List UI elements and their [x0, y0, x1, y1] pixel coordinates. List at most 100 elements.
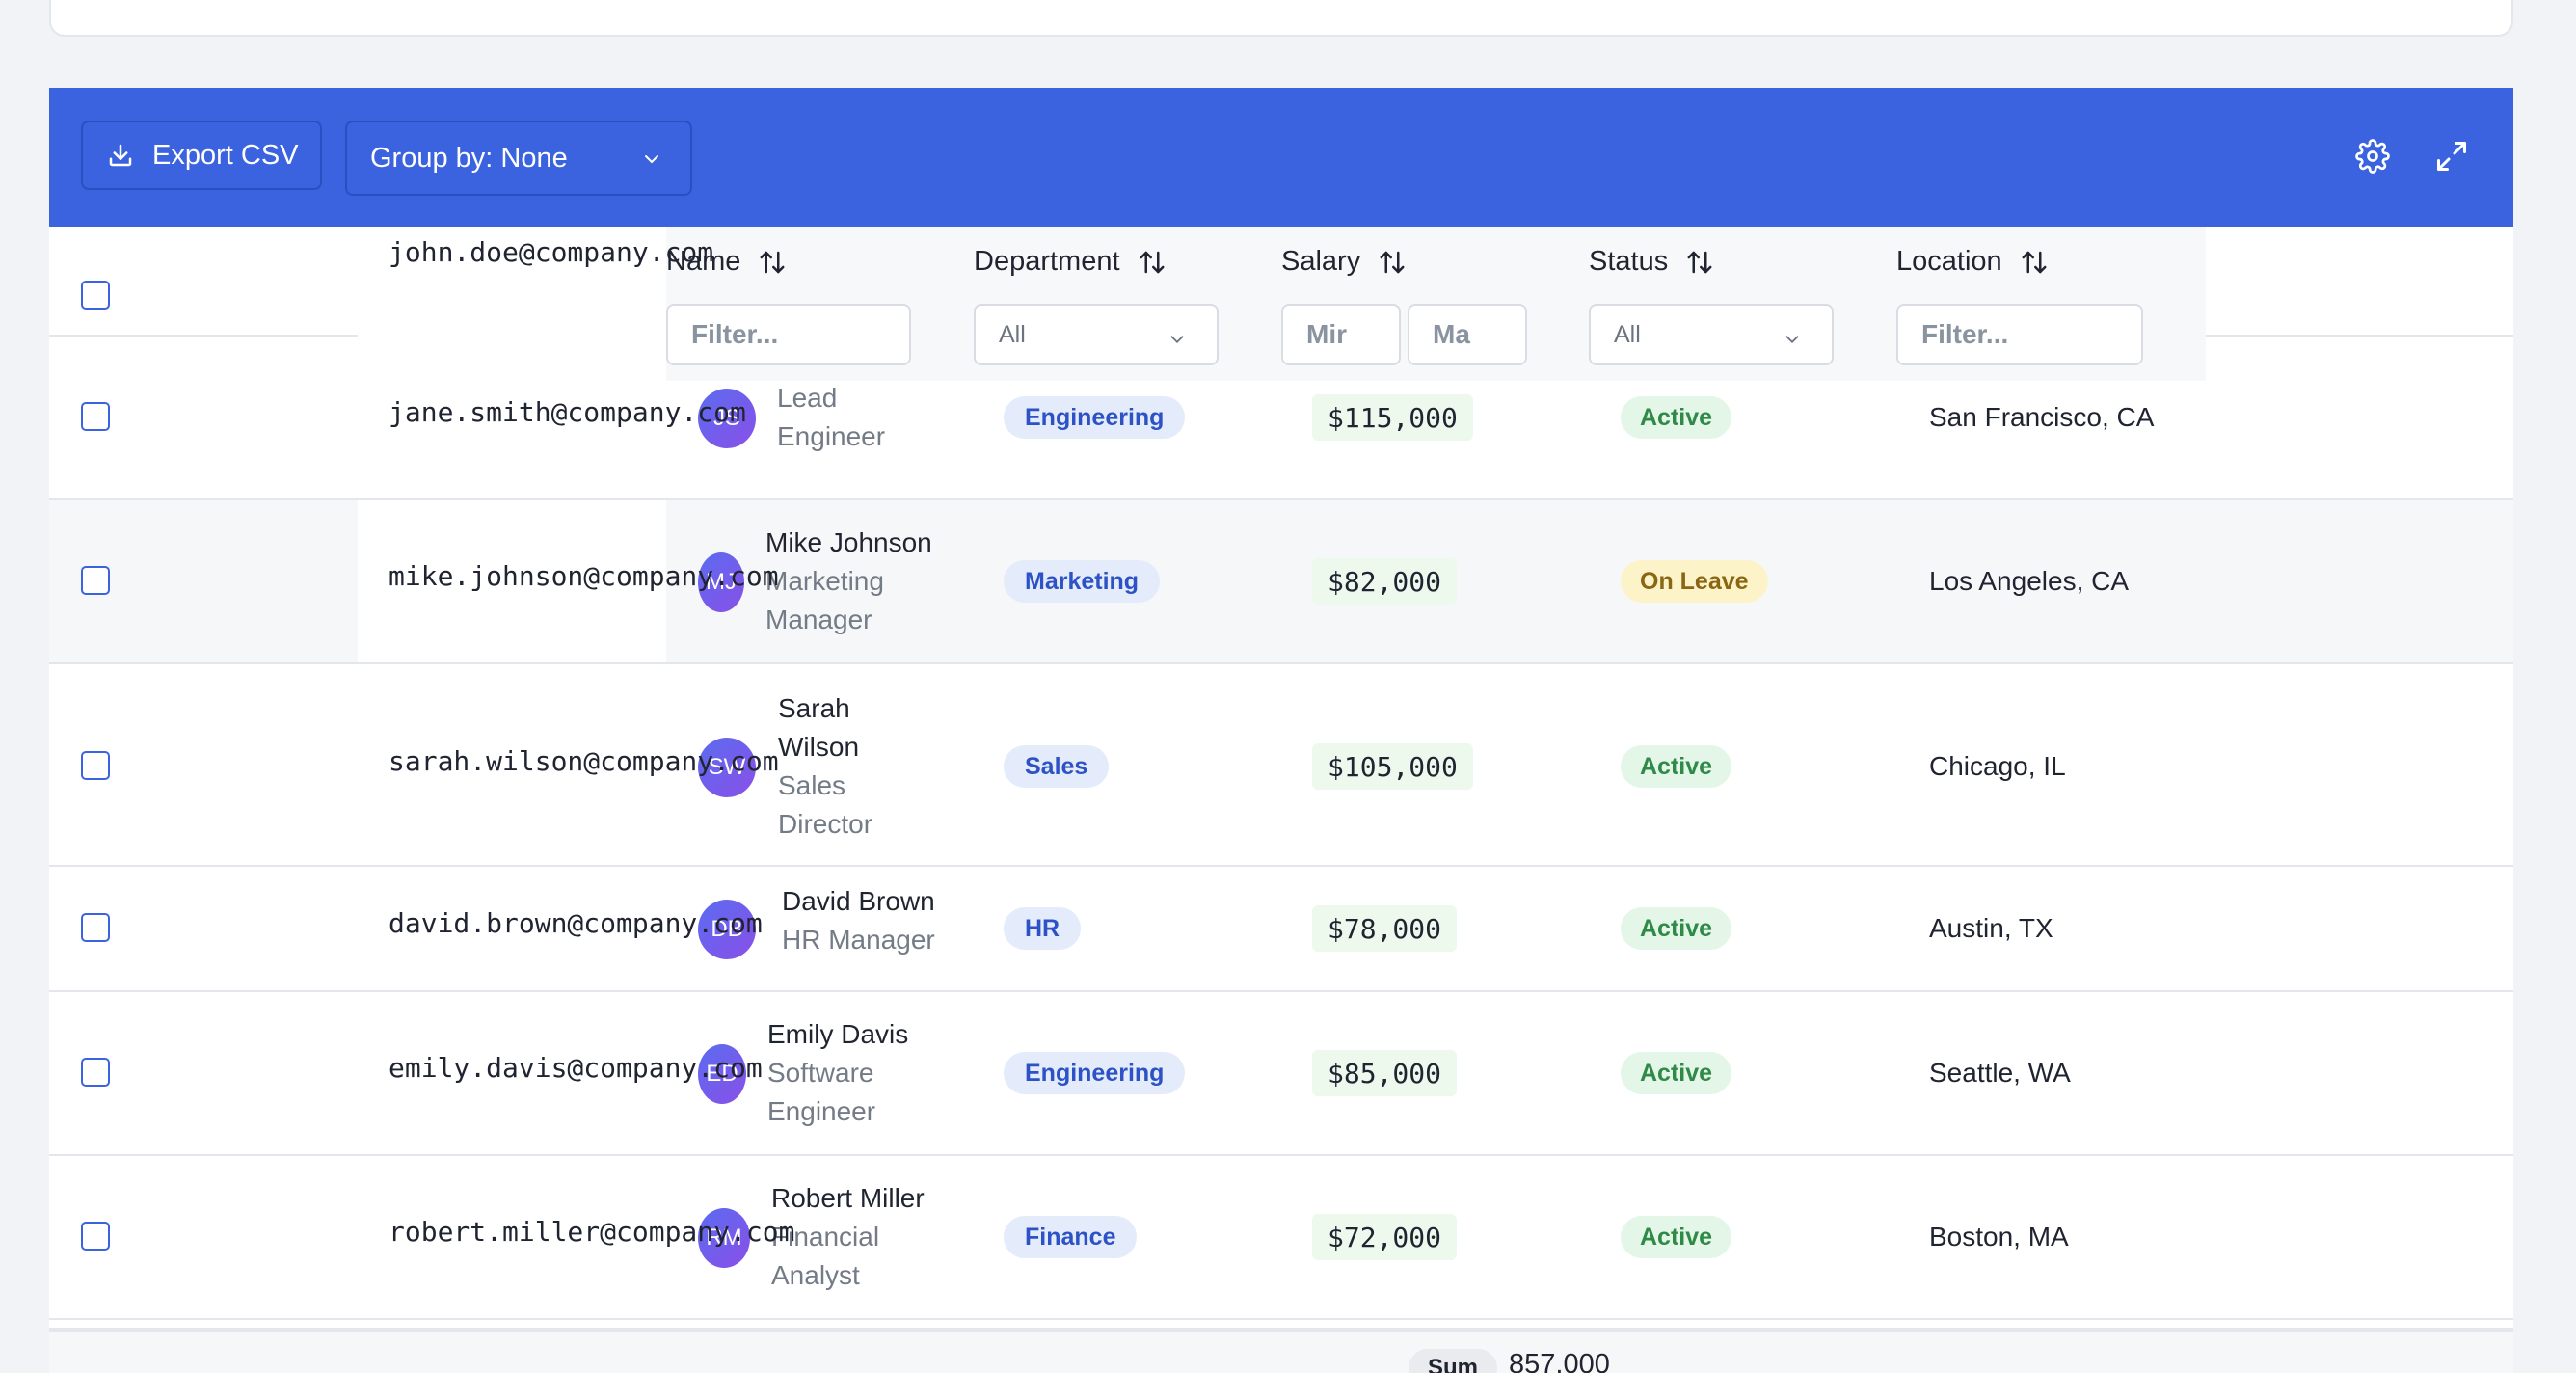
email-cell: emily.davis@company.com — [389, 1052, 763, 1084]
location-cell: Los Angeles, CA — [1929, 566, 2130, 596]
status-badge: Active — [1621, 745, 1732, 788]
group-by-label: Group by: None — [370, 142, 568, 174]
email-cell: jane.smith@company.com — [389, 396, 746, 428]
sort-icon[interactable] — [2020, 248, 2049, 277]
location-cell: Seattle, WA — [1929, 1058, 2071, 1088]
department-badge: Engineering — [1004, 396, 1186, 439]
salary-cell: $115,000 — [1312, 394, 1473, 441]
status-badge: Active — [1621, 396, 1732, 439]
employee-role: Engineer — [777, 421, 886, 451]
table-toolbar: Export CSV Group by: None — [49, 88, 2513, 227]
header-email-overlay: john.doe@company.com — [389, 236, 714, 268]
salary-cell: $72,000 — [1312, 1214, 1458, 1260]
sort-icon[interactable] — [1378, 248, 1407, 277]
salary-max-input[interactable]: Ma — [1408, 304, 1527, 365]
sum-value: 857,000 — [1509, 1349, 1610, 1373]
row-checkbox[interactable] — [81, 913, 110, 942]
employee-name-cell: Mike Johnson Marketing Manager — [765, 524, 932, 639]
column-label: Status — [1589, 246, 1669, 277]
column-header-status[interactable]: Status — [1589, 246, 1714, 278]
employee-name: Wilson — [778, 732, 860, 762]
salary-cell: $85,000 — [1312, 1050, 1458, 1096]
email-cell: mike.johnson@company.com — [389, 560, 779, 592]
sort-icon[interactable] — [1685, 248, 1714, 277]
export-csv-label: Export CSV — [152, 139, 299, 171]
export-csv-button[interactable]: Export CSV — [81, 121, 322, 190]
email-cell: robert.miller@company.com — [389, 1216, 795, 1248]
department-badge: Engineering — [1004, 1052, 1186, 1094]
column-label: Salary — [1281, 246, 1361, 277]
department-badge: Marketing — [1004, 560, 1161, 603]
employee-name: Sarah — [778, 693, 850, 723]
chevron-down-icon — [1785, 336, 1799, 344]
chevron-down-icon — [645, 155, 658, 164]
employee-name: David Brown — [782, 886, 935, 916]
column-label: Location — [1896, 246, 2002, 277]
department-badge: Sales — [1004, 745, 1110, 788]
name-filter-input[interactable]: Filter... — [666, 304, 911, 365]
table-row: mike.johnson@company.com MJ Mike Johnson… — [49, 500, 2513, 664]
table-row: robert.miller@company.com RM Robert Mill… — [49, 1156, 2513, 1320]
status-badge: On Leave — [1621, 560, 1768, 603]
header-filter-panel: Name Filter... Department All Salary Mir… — [666, 227, 2206, 381]
employee-role: Analyst — [771, 1260, 860, 1290]
status-badge: Active — [1621, 1216, 1732, 1258]
employee-name-cell: Emily Davis Software Engineer — [767, 1015, 908, 1131]
top-card — [49, 0, 2513, 37]
employee-name-cell: David Brown HR Manager — [782, 882, 935, 959]
table-row: sarah.wilson@company.com SW Sarah Wilson… — [49, 664, 2513, 867]
salary-cell: $82,000 — [1312, 558, 1458, 605]
employee-name-cell: Lead Engineer — [777, 379, 885, 456]
employee-name: Robert Miller — [771, 1183, 925, 1213]
employee-role: Sales — [778, 770, 846, 800]
column-header-location[interactable]: Location — [1896, 246, 2049, 278]
department-badge: Finance — [1004, 1216, 1138, 1258]
select-all-checkbox[interactable] — [81, 281, 110, 310]
sort-icon[interactable] — [1138, 248, 1167, 277]
employee-role: Engineer — [767, 1096, 876, 1126]
data-table: Export CSV Group by: None jane.smith@com… — [49, 88, 2513, 1373]
email-cell: david.brown@company.com — [389, 907, 763, 939]
employee-role: Director — [778, 809, 873, 839]
salary-cell: $105,000 — [1312, 743, 1473, 790]
employee-name: Mike Johnson — [765, 527, 932, 557]
location-filter-input[interactable]: Filter... — [1896, 304, 2143, 365]
employee-role: Lead — [777, 383, 838, 413]
employee-name: Emily Davis — [767, 1019, 909, 1049]
column-label: Department — [974, 246, 1120, 277]
location-cell: Boston, MA — [1929, 1222, 2069, 1252]
location-cell: Chicago, IL — [1929, 751, 2066, 781]
column-header-department[interactable]: Department — [974, 246, 1167, 278]
status-filter-value: All — [1614, 320, 1641, 348]
sum-label: Sum — [1409, 1349, 1498, 1373]
chevron-down-icon — [1170, 336, 1184, 344]
column-header-salary[interactable]: Salary — [1281, 246, 1407, 278]
sort-icon[interactable] — [758, 248, 787, 277]
department-filter-value: All — [999, 320, 1026, 348]
employee-role: Marketing — [765, 566, 884, 596]
table-row: emily.davis@company.com ED Emily Davis S… — [49, 992, 2513, 1156]
row-checkbox[interactable] — [81, 566, 110, 595]
location-cell: San Francisco, CA — [1929, 402, 2155, 432]
department-filter-select[interactable]: All — [974, 304, 1219, 365]
employee-name-cell: Sarah Wilson Sales Director — [778, 689, 872, 844]
salary-min-input[interactable]: Mir — [1281, 304, 1401, 365]
status-filter-select[interactable]: All — [1589, 304, 1834, 365]
gear-icon[interactable] — [2355, 139, 2390, 174]
group-by-select[interactable]: Group by: None — [345, 121, 692, 196]
table-row: david.brown@company.com DB David Brown H… — [49, 867, 2513, 992]
status-badge: Active — [1621, 907, 1732, 950]
download-icon — [109, 144, 132, 167]
salary-cell: $78,000 — [1312, 905, 1458, 952]
row-checkbox[interactable] — [81, 1058, 110, 1087]
employee-role: Software — [767, 1058, 874, 1088]
employee-role: HR Manager — [782, 925, 935, 955]
row-checkbox[interactable] — [81, 402, 110, 431]
email-cell: sarah.wilson@company.com — [389, 745, 779, 777]
table-footer: Sum 857,000 — [49, 1328, 2513, 1373]
expand-icon[interactable] — [2434, 139, 2469, 174]
location-cell: Austin, TX — [1929, 913, 2053, 943]
department-badge: HR — [1004, 907, 1082, 950]
row-checkbox[interactable] — [81, 751, 110, 780]
row-checkbox[interactable] — [81, 1222, 110, 1251]
